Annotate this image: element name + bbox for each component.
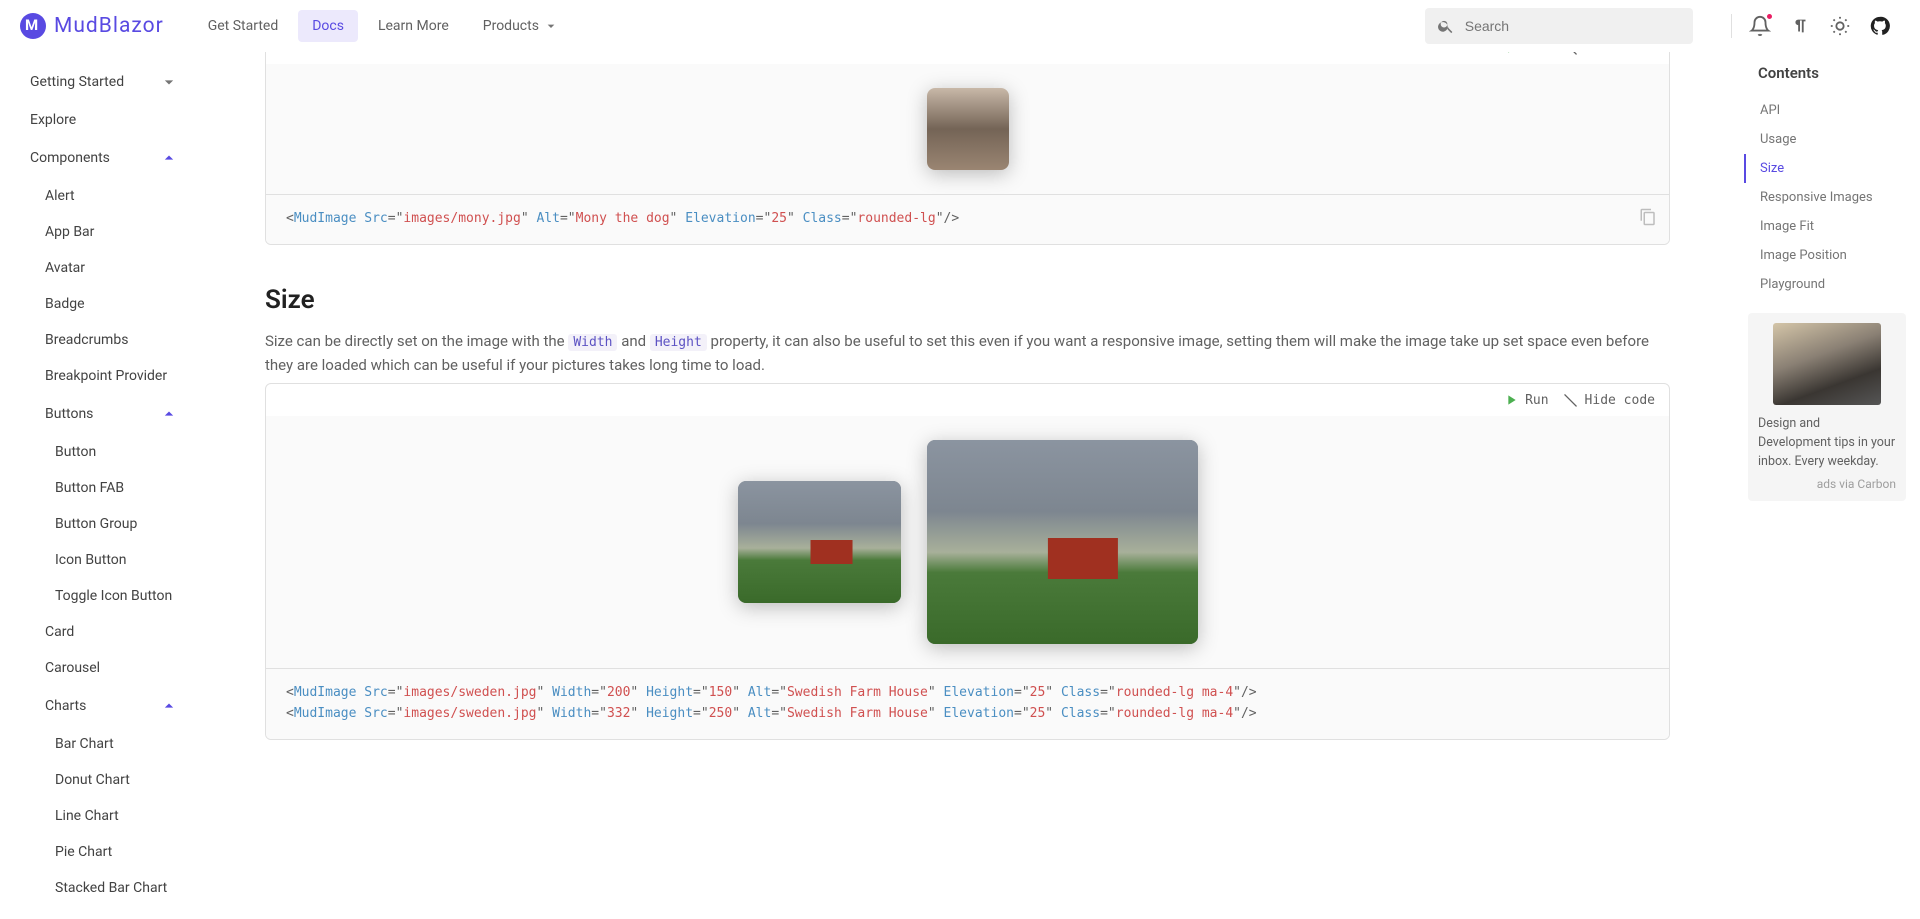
toc-item[interactable]: Playground — [1744, 270, 1906, 299]
logo-icon — [20, 13, 46, 39]
example-usage: Run Hide code <MudImage Src="images/mony… — [265, 31, 1670, 245]
ad-text: Design and Development tips in your inbo… — [1758, 415, 1896, 471]
copy-code-button[interactable] — [1639, 208, 1657, 234]
code-block-1: <MudImage Src="images/mony.jpg" Alt="Mon… — [266, 194, 1669, 244]
nav-docs[interactable]: Docs — [298, 10, 358, 42]
sidebar-item[interactable]: Button — [0, 434, 195, 470]
github-icon — [1869, 15, 1891, 37]
height-code: Height — [650, 334, 707, 351]
sidebar-item[interactable]: Badge — [0, 286, 195, 322]
sun-icon — [1829, 15, 1851, 37]
copy-icon — [1639, 208, 1657, 226]
sidebar-item[interactable]: Breadcrumbs — [0, 322, 195, 358]
ad-box[interactable]: Design and Development tips in your inbo… — [1748, 313, 1906, 501]
toc-item[interactable]: Size — [1744, 154, 1906, 183]
nav-products[interactable]: Products — [469, 10, 573, 42]
toc-title: Contents — [1744, 64, 1906, 82]
toc-item[interactable]: Usage — [1744, 125, 1906, 154]
ad-attribution: ads via Carbon — [1758, 477, 1896, 491]
size-heading: Size — [265, 285, 1670, 315]
sidebar-item[interactable]: Button Group — [0, 506, 195, 542]
ad-image — [1773, 323, 1881, 405]
search-box[interactable] — [1425, 8, 1693, 44]
chevron-up-icon — [159, 696, 179, 716]
toc-item[interactable]: Responsive Images — [1744, 183, 1906, 212]
chevron-up-icon — [159, 404, 179, 424]
example-image-sweden-large — [927, 440, 1198, 644]
toc-item[interactable]: API — [1744, 96, 1906, 125]
theme-toggle-button[interactable] — [1820, 6, 1860, 46]
sidebar-explore[interactable]: Explore — [0, 102, 195, 138]
chevron-up-icon — [159, 148, 179, 168]
notifications-button[interactable] — [1740, 6, 1780, 46]
code-block-2: <MudImage Src="images/sweden.jpg" Width=… — [266, 668, 1669, 739]
brand-logo[interactable]: MudBlazor — [20, 13, 164, 39]
search-icon — [1437, 16, 1455, 36]
brand-text: MudBlazor — [54, 14, 164, 38]
sidebar-item[interactable]: Icon Button — [0, 542, 195, 578]
sidebar-item[interactable]: Donut Chart — [0, 762, 195, 798]
example-size: Run Hide code <MudImage Src="images/swed… — [265, 383, 1670, 740]
chevron-down-icon — [159, 72, 179, 92]
pilcrow-icon — [1789, 15, 1811, 37]
hide-code-button[interactable]: Hide code — [1563, 392, 1655, 408]
main-content: The component represent the <img> tag an… — [195, 0, 1740, 800]
size-description: Size can be directly set on the image wi… — [265, 329, 1670, 378]
nav-products-label: Products — [483, 18, 539, 34]
separator — [1731, 14, 1732, 38]
sidebar-card[interactable]: Card — [0, 614, 195, 650]
text-direction-button[interactable] — [1780, 6, 1820, 46]
sidebar-item[interactable]: Avatar — [0, 250, 195, 286]
toc-item[interactable]: Image Position — [1744, 241, 1906, 270]
sidebar-getting-started[interactable]: Getting Started — [0, 62, 195, 102]
chevron-down-icon — [543, 18, 559, 34]
example-image-dog — [927, 88, 1009, 170]
table-of-contents: Contents APIUsageSizeResponsive ImagesIm… — [1744, 52, 1920, 521]
sidebar-item[interactable]: Line Chart — [0, 798, 195, 834]
play-icon — [1503, 392, 1519, 408]
sidebar-item[interactable]: Bar Chart — [0, 726, 195, 762]
code-off-icon — [1563, 392, 1579, 408]
search-input[interactable] — [1465, 18, 1681, 34]
notification-badge — [1765, 12, 1774, 21]
sidebar-carousel[interactable]: Carousel — [0, 650, 195, 686]
sidebar: Getting Started Explore Components Alert… — [0, 52, 195, 919]
sidebar-item[interactable]: App Bar — [0, 214, 195, 250]
nav-learn-more[interactable]: Learn More — [364, 10, 463, 42]
github-button[interactable] — [1860, 6, 1900, 46]
sidebar-components[interactable]: Components — [0, 138, 195, 178]
sidebar-item[interactable]: Button FAB — [0, 470, 195, 506]
sidebar-buttons[interactable]: Buttons — [0, 394, 195, 434]
nav-get-started[interactable]: Get Started — [194, 10, 293, 42]
sidebar-charts[interactable]: Charts — [0, 686, 195, 726]
run-button[interactable]: Run — [1503, 392, 1548, 408]
sidebar-item[interactable]: Stacked Bar Chart — [0, 870, 195, 906]
sidebar-item[interactable]: Alert — [0, 178, 195, 214]
sidebar-item[interactable]: Toggle Icon Button — [0, 578, 195, 614]
sidebar-item[interactable]: Pie Chart — [0, 834, 195, 870]
width-code: Width — [568, 334, 617, 351]
sidebar-item[interactable]: Breakpoint Provider — [0, 358, 195, 394]
example-image-sweden-small — [738, 481, 901, 603]
toc-item[interactable]: Image Fit — [1744, 212, 1906, 241]
